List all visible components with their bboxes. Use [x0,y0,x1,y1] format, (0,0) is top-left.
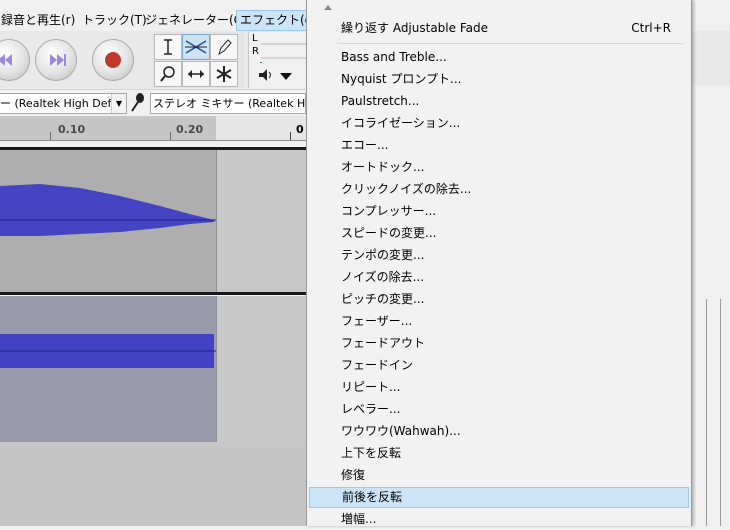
menu-item-shortcut: Ctrl+R [631,21,671,35]
magnifier-icon [160,66,175,82]
ruler-tick-label: 0 [296,123,304,136]
scroll-up-icon[interactable] [324,5,332,10]
skip-back-icon [0,54,12,66]
menu-item-label: 上下を反転 [341,446,402,460]
menu-item-label: レベラー... [341,402,401,416]
menu-item-effect[interactable]: クリックノイズの除去... [309,179,687,200]
waveform-left [0,184,216,236]
menu-item-label: ノイズの除去... [341,270,425,284]
level-meter: L R [248,32,307,88]
zoom-tool[interactable] [154,61,182,87]
menu-item-label: Bass and Treble... [341,50,447,64]
menu-item-label: コンプレッサー... [341,204,437,218]
menu-item-effect[interactable]: Bass and Treble... [309,47,687,68]
selection-tool[interactable] [154,34,182,60]
menu-item-label: ピッチの変更... [341,292,425,306]
menu-item-label: Nyquist プロンプト... [341,72,462,86]
menu-item-label: Paulstretch... [341,94,420,108]
menu-item-effect[interactable]: 増幅... [309,509,687,530]
menu-item-label: イコライゼーション... [341,116,461,130]
record-icon [105,52,121,68]
window-right-edge [690,89,730,526]
chevron-down-icon[interactable] [278,69,294,85]
menu-item-effect[interactable]: リピート... [309,377,687,398]
envelope-tool[interactable] [182,34,210,60]
menu-item-effect[interactable]: フェードイン [309,355,687,376]
asterisk-icon [216,66,232,82]
menu-item-effect[interactable]: ピッチの変更... [309,289,687,310]
menu-item-label: 増幅... [341,512,377,526]
draw-tool[interactable] [210,34,238,60]
menu-item-effect[interactable]: Paulstretch... [309,91,687,112]
multi-tool[interactable] [210,61,238,87]
audio-track-right[interactable] [0,296,306,442]
envelope-icon [185,40,207,54]
menu-item-effect[interactable]: オートドック... [309,157,687,178]
time-shift-tool[interactable] [182,61,210,87]
menu-item-effect[interactable]: ワウワウ(Wahwah)... [309,421,687,442]
menu-item-effect[interactable]: フェードアウト [309,333,687,354]
menu-tracks[interactable]: トラック(T) [79,11,150,30]
menu-item-effect[interactable]: イコライゼーション... [309,113,687,134]
menu-item-label: エコー... [341,138,389,152]
menu-item-effect[interactable]: レベラー... [309,399,687,420]
menu-item-label: 繰り返す Adjustable Fade [341,21,488,35]
microphone-icon [131,93,144,112]
menu-item-repeat[interactable]: 繰り返す Adjustable Fade Ctrl+R [309,18,687,39]
menu-item-label: 修復 [341,468,366,482]
menu-item-label: テンポの変更... [341,248,425,262]
track-border [0,292,306,295]
chevron-down-icon: ▼ [111,94,126,113]
ibeam-icon [164,39,172,55]
speaker-icon [259,69,271,81]
menu-item-label: フェードアウト [341,336,426,350]
record-button[interactable] [92,39,134,81]
menu-item-effect[interactable]: テンポの変更... [309,245,687,266]
double-arrow-icon [188,70,204,78]
effects-dropdown-menu: 繰り返す Adjustable Fade Ctrl+R Bass and Tre… [306,0,692,526]
menu-generator[interactable]: ジェネレーター(G) [142,11,251,30]
menu-separator [337,43,683,44]
menu-item-label: 前後を反転 [342,490,403,504]
tools-toolbar [152,32,244,88]
input-device-select[interactable]: ステレオ ミキサー (Realtek Hig [150,93,306,114]
menu-item-label: オートドック... [341,160,425,174]
menu-item-label: フェードイン [341,358,414,372]
menu-record-play[interactable]: 録音と再生(r) [0,11,78,30]
menu-item-effect[interactable]: コンプレッサー... [309,201,687,222]
menu-item-effect[interactable]: スピードの変更... [309,223,687,244]
menu-item-effect[interactable]: エコー... [309,135,687,156]
menu-item-effect[interactable]: 修復 [309,465,687,486]
skip-forward-icon [50,54,66,66]
menu-item-label: スピードの変更... [341,226,437,240]
menubar-right-strip [690,0,730,31]
menu-item-label: ワウワウ(Wahwah)... [341,424,461,438]
skip-back-button[interactable] [0,39,30,81]
waveform-right [0,334,216,368]
menu-item-label: フェーザー... [341,314,413,328]
menu-item-label: リピート... [341,380,401,394]
output-device-select[interactable]: ー (Realtek High Def ▼ [0,93,127,114]
empty-track-area[interactable] [0,442,306,526]
timeline-ruler[interactable]: 0.10 0.20 0 [0,116,306,141]
menu-item-label: クリックノイズの除去... [341,182,472,196]
menu-item-effect[interactable]: ノイズの除去... [309,267,687,288]
audio-track-left[interactable] [0,150,306,292]
input-device-value: ステレオ ミキサー (Realtek Hig [153,97,306,110]
menu-item-effect[interactable]: フェーザー... [309,311,687,332]
skip-forward-button[interactable] [35,39,77,81]
output-device-value: ー (Realtek High Def [0,97,112,110]
pencil-icon [218,39,232,56]
menu-item-effect[interactable]: 前後を反転 [309,487,689,508]
menu-item-effect[interactable]: Nyquist プロンプト... [309,69,687,90]
menu-item-effect[interactable]: 上下を反転 [309,443,687,464]
